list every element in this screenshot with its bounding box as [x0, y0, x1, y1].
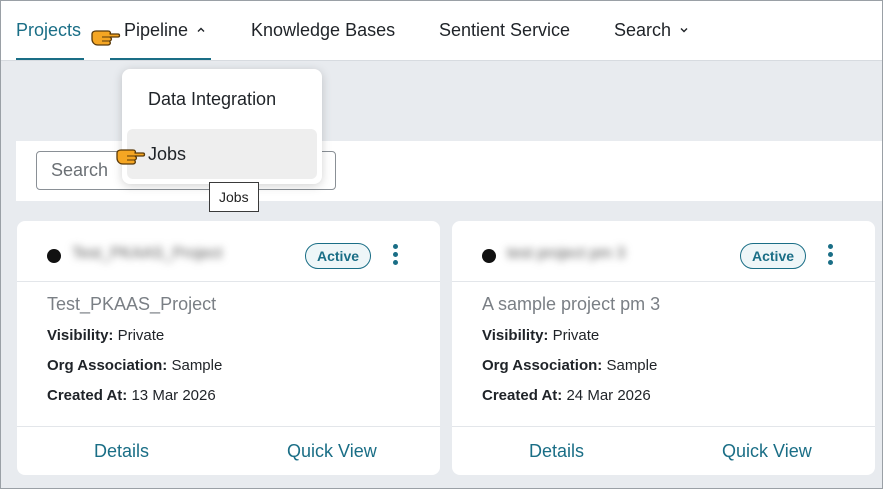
- created-at-label: Created At:: [47, 387, 128, 404]
- nav-tab-knowledge-bases[interactable]: Knowledge Bases: [251, 0, 395, 60]
- pointing-hand-icon: [91, 30, 121, 46]
- status-badge: Active: [740, 243, 807, 269]
- card-footer: Details Quick View: [452, 426, 875, 475]
- chevron-up-icon: [196, 25, 206, 35]
- active-tab-indicator: [16, 58, 84, 60]
- nav-tab-search[interactable]: Search: [614, 0, 689, 60]
- nav-tab-projects[interactable]: Projects: [16, 0, 84, 60]
- created-at-value: 13 Mar 2026: [131, 387, 216, 404]
- project-description: Test_PKAAS_Project: [47, 294, 217, 314]
- nav-tab-pipeline[interactable]: Pipeline: [110, 0, 211, 60]
- visibility-label: Visibility:: [47, 327, 114, 344]
- pointing-hand-icon: [116, 149, 146, 165]
- top-navigation: Projects Pipeline Knowledge Bases Sentie…: [0, 0, 883, 61]
- menu-item-data-integration-label: Data Integration: [148, 88, 277, 109]
- project-name: test project pm 3: [507, 245, 626, 262]
- kebab-menu-icon[interactable]: [825, 244, 835, 268]
- status-badge: Active: [305, 243, 372, 269]
- menu-item-jobs-label: Jobs: [148, 143, 187, 164]
- org-association-label: Org Association:: [47, 357, 168, 374]
- visibility-field: Visibility: Private: [47, 327, 164, 344]
- nav-tab-sentient-service[interactable]: Sentient Service: [439, 0, 570, 60]
- kebab-menu-icon[interactable]: [390, 244, 400, 268]
- created-at-value: 24 Mar 2026: [566, 387, 651, 404]
- project-card: Test_PKAAS_Project Active Test_PKAAS_Pro…: [17, 221, 440, 475]
- visibility-field: Visibility: Private: [482, 327, 599, 344]
- pipeline-dropdown-menu: Data Integration Jobs: [122, 69, 322, 184]
- created-at-field: Created At: 13 Mar 2026: [47, 387, 216, 404]
- nav-tab-projects-label: Projects: [16, 19, 82, 40]
- menu-item-data-integration[interactable]: Data Integration: [127, 74, 317, 124]
- nav-tab-search-label: Search: [614, 19, 672, 40]
- project-name: Test_PKAAS_Project: [72, 245, 223, 262]
- created-at-label: Created At:: [482, 387, 563, 404]
- card-header: Test_PKAAS_Project Active: [17, 221, 440, 282]
- menu-item-jobs[interactable]: Jobs: [127, 129, 317, 179]
- org-association-field: Org Association: Sample: [482, 357, 657, 374]
- visibility-label: Visibility:: [482, 327, 549, 344]
- visibility-value: Private: [117, 327, 165, 344]
- org-association-value: Sample: [606, 357, 658, 374]
- project-description: A sample project pm 3: [482, 294, 661, 314]
- nav-tab-knowledge-bases-label: Knowledge Bases: [251, 19, 396, 40]
- org-association-field: Org Association: Sample: [47, 357, 222, 374]
- project-card: test project pm 3 Active A sample projec…: [452, 221, 875, 475]
- card-header: test project pm 3 Active: [452, 221, 875, 282]
- quick-view-link[interactable]: Quick View: [287, 441, 377, 462]
- details-link[interactable]: Details: [529, 441, 584, 462]
- visibility-value: Private: [552, 327, 600, 344]
- details-link[interactable]: Details: [94, 441, 149, 462]
- nav-tab-sentient-service-label: Sentient Service: [439, 19, 571, 40]
- project-status-dot: [482, 249, 496, 263]
- nav-tab-pipeline-label: Pipeline: [124, 19, 189, 40]
- jobs-tooltip: Jobs: [209, 182, 259, 212]
- org-association-label: Org Association:: [482, 357, 603, 374]
- open-tab-indicator: [110, 58, 211, 60]
- org-association-value: Sample: [171, 357, 223, 374]
- project-status-dot: [47, 249, 61, 263]
- card-footer: Details Quick View: [17, 426, 440, 475]
- chevron-down-icon: [679, 25, 689, 35]
- created-at-field: Created At: 24 Mar 2026: [482, 387, 651, 404]
- quick-view-link[interactable]: Quick View: [722, 441, 812, 462]
